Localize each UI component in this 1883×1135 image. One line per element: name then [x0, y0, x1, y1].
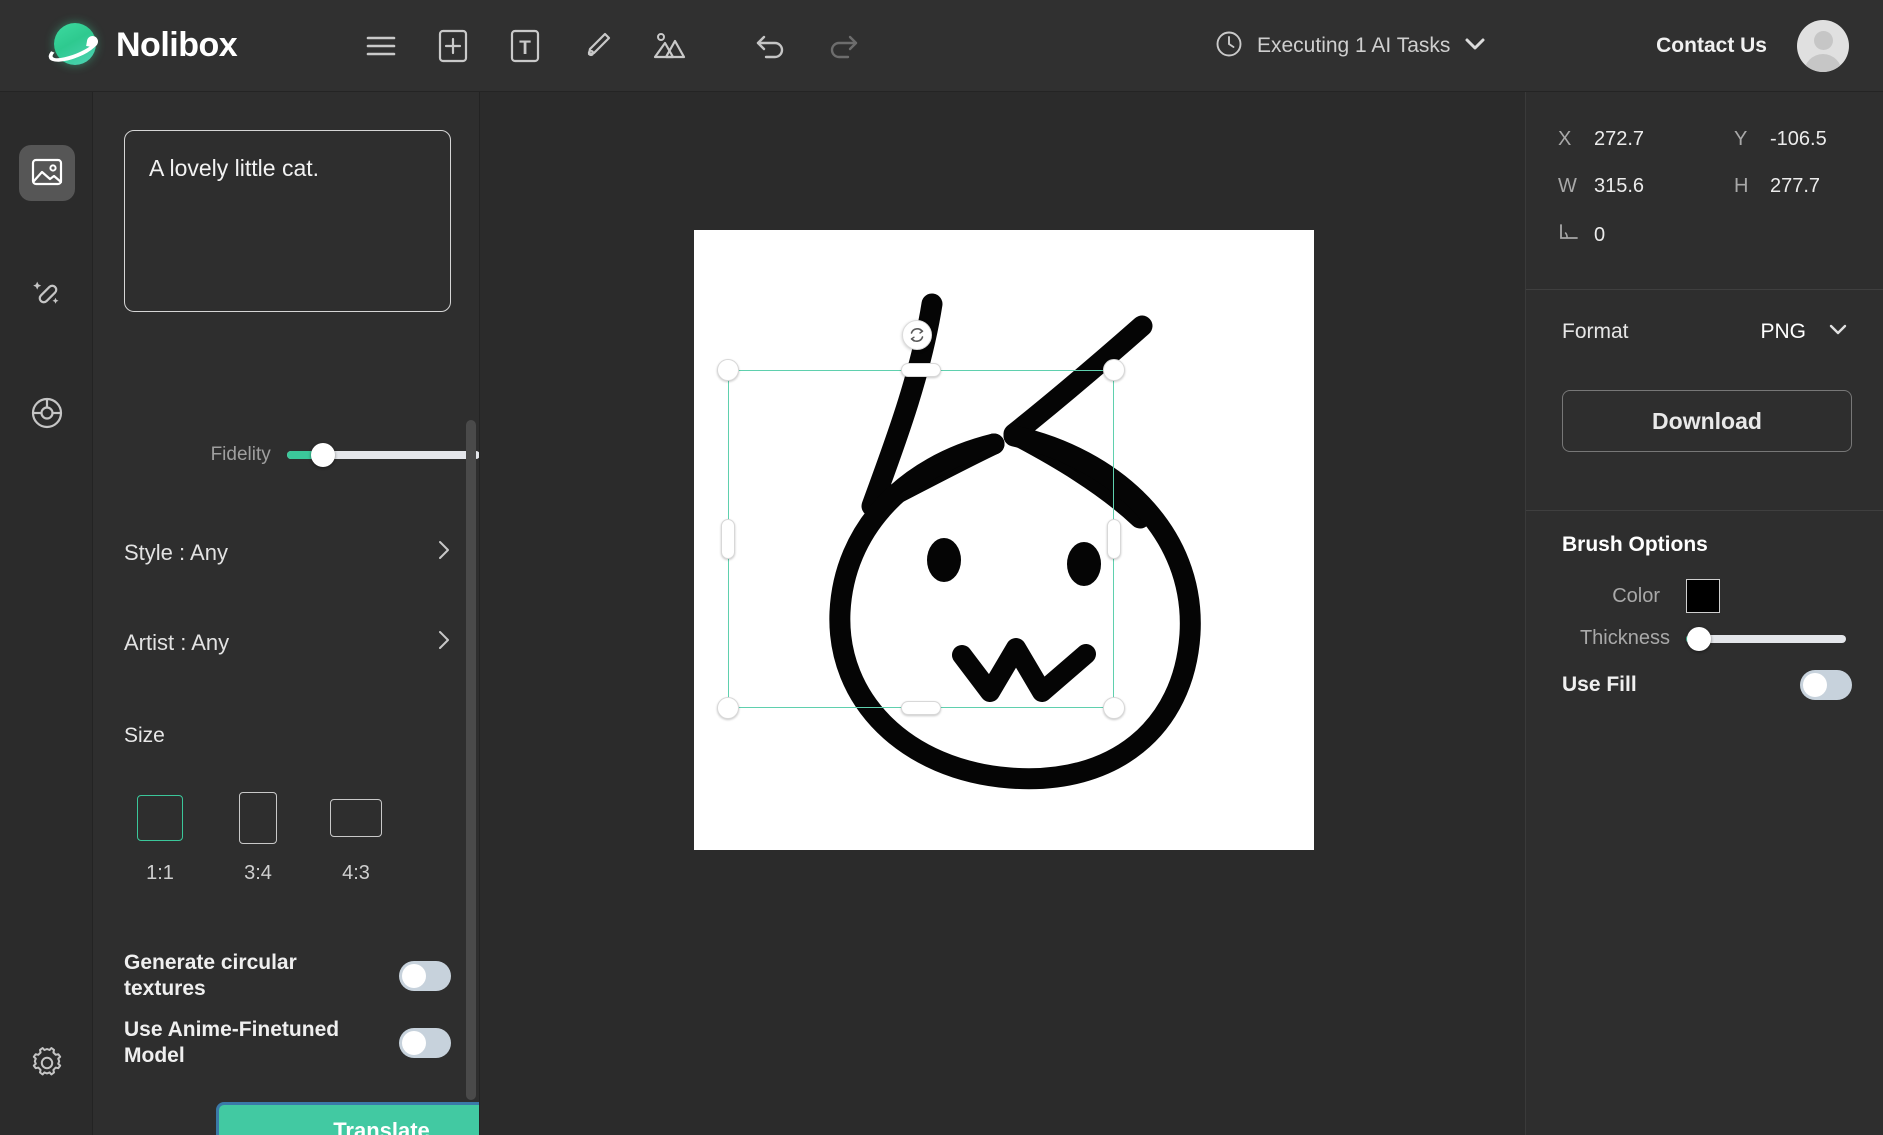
style-label: Style : Any — [124, 540, 228, 565]
format-label: Format — [1562, 320, 1629, 343]
prompt-input[interactable] — [124, 130, 451, 312]
image-icon[interactable] — [633, 15, 705, 77]
brush-color-label: Color — [1612, 584, 1660, 607]
artist-selector[interactable]: Artist : Any — [124, 617, 451, 669]
transform-x-value[interactable]: 272.7 — [1594, 128, 1734, 151]
generation-options-panel: Fidelity Style : Any Artist : Any Size — [93, 92, 480, 1135]
fidelity-slider-handle[interactable] — [311, 443, 336, 467]
brush-icon[interactable] — [561, 15, 633, 77]
anime-model-toggle[interactable] — [399, 1028, 451, 1059]
panel-scrollbar[interactable] — [466, 420, 476, 1100]
circular-textures-row: Generate circular textures — [124, 950, 451, 1003]
gear-icon[interactable] — [19, 1035, 75, 1091]
divider — [1526, 289, 1883, 290]
redo-icon[interactable] — [807, 15, 879, 77]
cat-mouth — [952, 638, 1096, 702]
brush-options-title: Brush Options — [1562, 533, 1708, 556]
download-button[interactable]: Download — [1562, 390, 1852, 452]
circular-textures-label: Generate circular textures — [124, 951, 297, 1001]
brush-color-row: Color — [1526, 579, 1883, 613]
undo-icon[interactable] — [735, 15, 807, 77]
use-fill-toggle[interactable] — [1800, 670, 1852, 700]
transform-h-value[interactable]: 277.7 — [1770, 175, 1883, 198]
brush-thickness-handle[interactable] — [1686, 626, 1711, 651]
size-options: 1:1 3:4 4:3 — [124, 790, 451, 885]
anime-model-row: Use Anime-Finetuned Model — [124, 1017, 451, 1070]
translate-button[interactable]: Translate — [216, 1102, 479, 1135]
resize-handle-bottom-left[interactable] — [717, 697, 739, 719]
cat-eye-right — [1067, 542, 1101, 586]
circular-textures-toggle[interactable] — [399, 961, 451, 992]
size-option-3-4[interactable]: 3:4 — [222, 790, 294, 885]
top-right-group: Contact Us — [1656, 0, 1849, 92]
resize-handle-top-right[interactable] — [1103, 359, 1125, 381]
format-row[interactable]: Format PNG — [1526, 320, 1883, 344]
chevron-down-icon[interactable] — [1464, 37, 1486, 56]
left-icon-rail — [0, 92, 93, 1135]
transform-w-label: W — [1558, 175, 1577, 197]
transform-angle-value[interactable]: 0 — [1594, 224, 1734, 247]
text-icon[interactable]: T — [489, 15, 561, 77]
ai-status-label: Executing 1 AI Tasks — [1257, 34, 1451, 57]
ai-task-status[interactable]: Executing 1 AI Tasks — [1215, 0, 1486, 92]
fidelity-label: Fidelity — [210, 444, 271, 465]
transform-x-label: X — [1558, 128, 1572, 150]
chevron-down-icon[interactable] — [1828, 323, 1848, 341]
menu-icon[interactable] — [345, 15, 417, 77]
fidelity-slider[interactable] — [286, 443, 479, 467]
add-icon[interactable] — [417, 15, 489, 77]
brush-thickness-slider[interactable] — [1686, 626, 1846, 651]
avatar[interactable] — [1797, 20, 1849, 72]
brand-name: Nolibox — [116, 26, 238, 64]
rotate-handle[interactable] — [902, 320, 932, 350]
resize-handle-left[interactable] — [721, 519, 735, 559]
size-option-label: 1:1 — [146, 862, 174, 884]
size-option-label: 3:4 — [244, 862, 272, 884]
resize-handle-bottom-right[interactable] — [1103, 697, 1125, 719]
resize-handle-bottom[interactable] — [901, 701, 941, 715]
size-section-title: Size — [124, 724, 165, 747]
size-option-4-3[interactable]: 4:3 — [320, 790, 392, 885]
tool-group: T — [345, 15, 879, 77]
sidebar-item-circle[interactable] — [19, 385, 75, 441]
artist-label: Artist : Any — [124, 630, 230, 655]
cat-drawing[interactable] — [694, 230, 1314, 850]
transform-h-label: H — [1734, 175, 1749, 197]
style-selector[interactable]: Style : Any — [124, 527, 451, 579]
transform-y-value[interactable]: -106.5 — [1770, 128, 1883, 151]
transform-y-label: Y — [1734, 128, 1748, 150]
clock-icon — [1215, 30, 1243, 63]
app-root: Nolibox T Executing 1 AI Tasks Contact U… — [0, 0, 1883, 1135]
resize-handle-right[interactable] — [1107, 519, 1121, 559]
use-fill-row: Use Fill — [1562, 670, 1852, 700]
cat-eye-left — [927, 538, 961, 582]
brush-thickness-label: Thickness — [1579, 627, 1670, 649]
properties-panel: X 272.7 Y -106.5 W 315.6 H 277.7 0 Forma… — [1525, 92, 1883, 1135]
canvas-area[interactable] — [480, 92, 1525, 1135]
svg-text:T: T — [519, 38, 531, 59]
size-option-1-1[interactable]: 1:1 — [124, 790, 196, 885]
size-option-label: 4:3 — [342, 862, 370, 884]
chevron-right-icon — [437, 539, 451, 567]
resize-handle-top-left[interactable] — [717, 359, 739, 381]
brush-thickness-row: Thickness — [1526, 626, 1883, 651]
use-fill-label: Use Fill — [1562, 673, 1637, 696]
format-value: PNG — [1760, 320, 1806, 343]
angle-icon — [1558, 222, 1594, 248]
sidebar-item-image[interactable] — [19, 145, 75, 201]
contact-us-button[interactable]: Contact Us — [1656, 34, 1767, 58]
top-toolbar: Nolibox T Executing 1 AI Tasks Contact U… — [0, 0, 1883, 92]
brush-color-swatch[interactable] — [1686, 579, 1720, 613]
resize-handle-top[interactable] — [901, 363, 941, 377]
fidelity-control: Fidelity — [93, 443, 479, 467]
chevron-right-icon — [437, 629, 451, 657]
brand[interactable]: Nolibox — [0, 20, 345, 72]
sidebar-item-magic[interactable] — [19, 265, 75, 321]
transform-w-value[interactable]: 315.6 — [1594, 175, 1734, 198]
anime-model-label: Use Anime-Finetuned Model — [124, 1018, 340, 1068]
planet-logo-icon — [45, 20, 103, 72]
divider — [1526, 510, 1883, 511]
transform-section: X 272.7 Y -106.5 W 315.6 H 277.7 0 — [1526, 92, 1883, 274]
artboard[interactable] — [694, 230, 1314, 850]
